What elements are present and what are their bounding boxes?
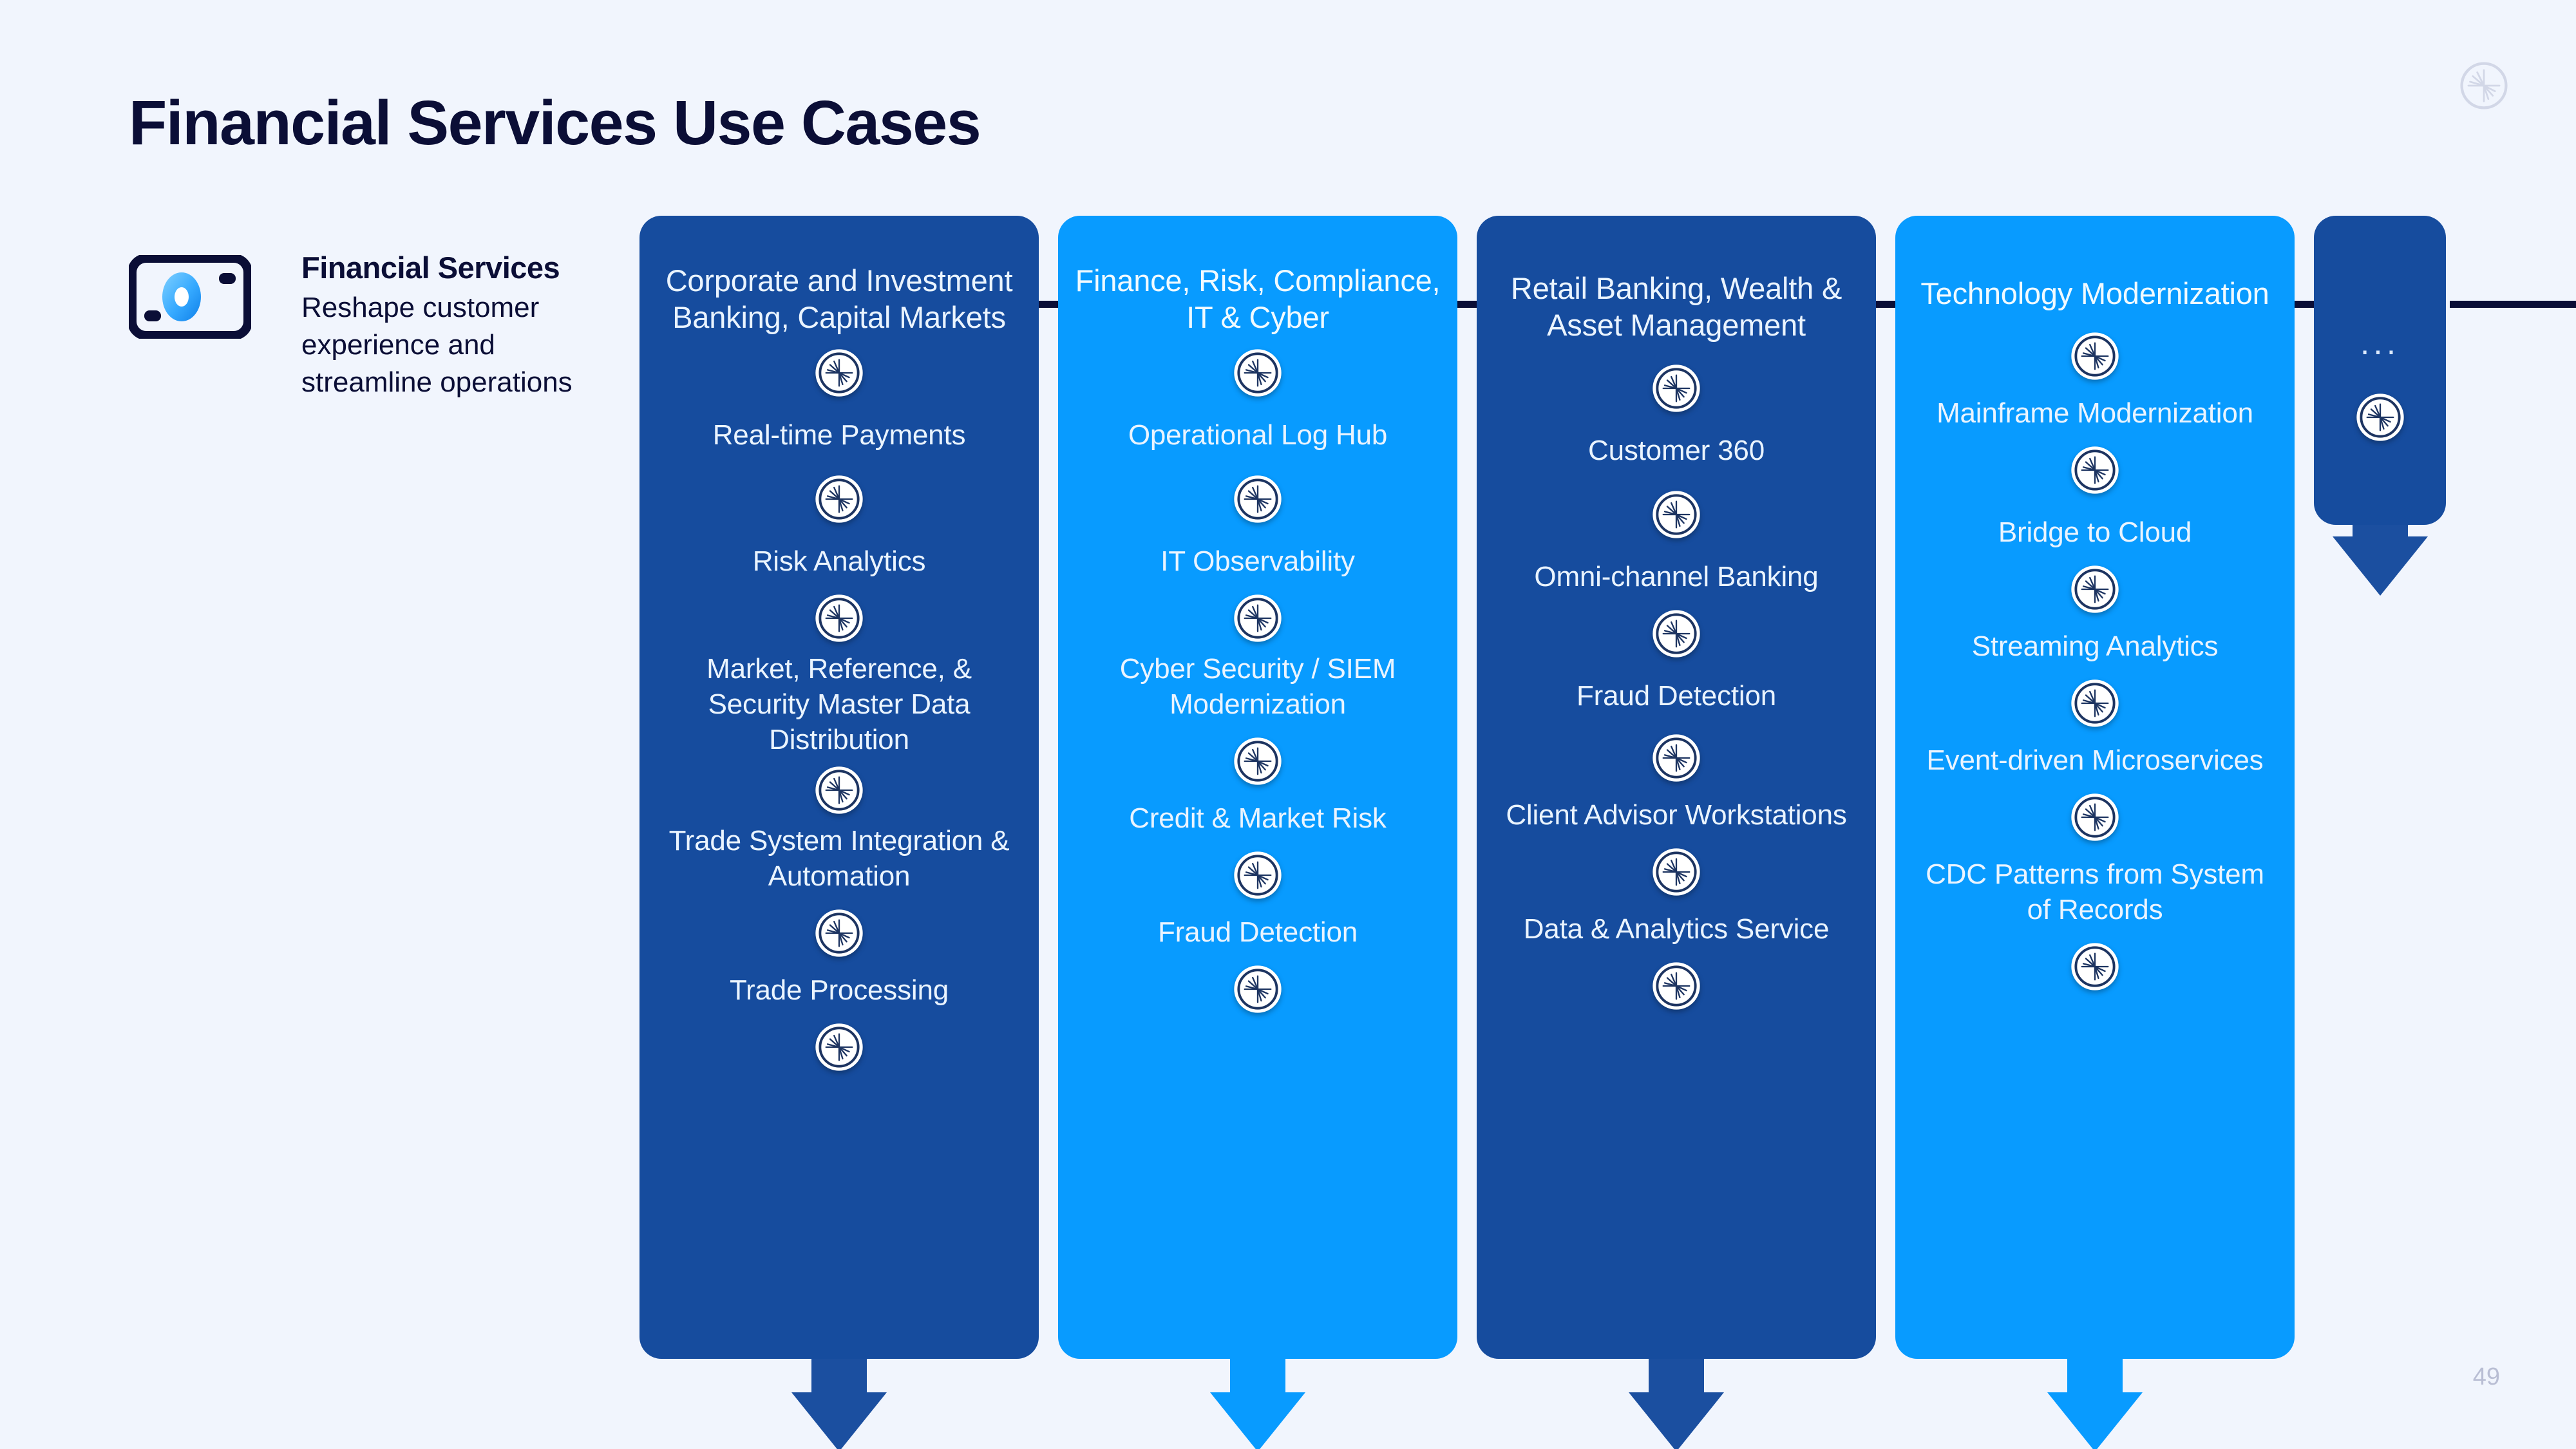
- starburst-node-icon: [1234, 348, 1282, 397]
- column-technology-modernization[interactable]: Technology Modernization Mainframe Moder…: [1895, 216, 2295, 1449]
- column-header: Retail Banking, Wealth & Asset Managemen…: [1510, 271, 1842, 343]
- use-case-label: Market, Reference, & Security Master Dat…: [706, 652, 972, 755]
- column-down-arrow: [1629, 1359, 1724, 1449]
- use-case-label: Credit & Market Risk: [1129, 802, 1387, 834]
- starburst-node-icon: [1234, 475, 1282, 523]
- use-case-label: Fraud Detection: [1157, 916, 1358, 948]
- column-header: Corporate and Investment Banking, Capita…: [665, 263, 1013, 335]
- starburst-node-icon: [1234, 594, 1282, 642]
- use-case-label: Trade System Integration & Automation: [668, 824, 1010, 892]
- use-case-label: Mainframe Modernization: [1937, 397, 2253, 430]
- starburst-node-icon: [1653, 364, 1700, 412]
- use-case-label: Client Advisor Workstations: [1506, 799, 1847, 831]
- starburst-node-icon: [815, 348, 863, 397]
- starburst-node-icon: [2071, 793, 2119, 841]
- use-case-label: Streaming Analytics: [1971, 630, 2219, 663]
- starburst-node-icon: [2071, 679, 2119, 727]
- use-case-label: Event-driven Microservices: [1926, 744, 2264, 777]
- column-down-arrow: [2332, 525, 2428, 596]
- column-header: Technology Modernization: [1920, 276, 2269, 310]
- starburst-node-icon: [815, 594, 863, 642]
- column-retail-banking-wealth[interactable]: Retail Banking, Wealth & Asset Managemen…: [1477, 216, 1876, 1449]
- use-case-label: Risk Analytics: [752, 545, 926, 577]
- use-case-label: Operational Log Hub: [1128, 419, 1388, 451]
- use-case-label: Omni-channel Banking: [1534, 560, 1819, 592]
- starburst-node-icon: [815, 1023, 863, 1071]
- use-case-label: IT Observability: [1160, 545, 1355, 577]
- use-case-label: Data & Analytics Service: [1523, 913, 1830, 945]
- use-case-label: Customer 360: [1588, 434, 1765, 466]
- starburst-node-icon: [2071, 565, 2119, 613]
- starburst-node-icon: [1653, 961, 1700, 1010]
- column-more-use-cases[interactable]: ...: [2314, 216, 2446, 596]
- use-case-label: Trade Processing: [730, 974, 949, 1006]
- column-down-arrow: [791, 1359, 887, 1449]
- use-case-columns: Corporate and Investment Banking, Capita…: [0, 0, 2576, 1449]
- more-label: ...: [2360, 325, 2400, 362]
- starburst-node-icon: [1653, 848, 1700, 896]
- use-case-label: Fraud Detection: [1576, 679, 1777, 712]
- column-corporate-investment-banking[interactable]: Corporate and Investment Banking, Capita…: [639, 216, 1039, 1449]
- column-down-arrow: [2047, 1359, 2143, 1449]
- starburst-node-icon: [815, 475, 863, 523]
- starburst-node-icon: [1653, 490, 1700, 538]
- column-down-arrow: [1210, 1359, 1305, 1449]
- starburst-node-icon: [815, 909, 863, 957]
- starburst-node-icon: [1653, 609, 1700, 658]
- column-finance-risk-compliance[interactable]: Finance, Risk, Compliance, IT & Cyber Op…: [1058, 216, 1457, 1449]
- starburst-node-icon: [1234, 737, 1282, 785]
- starburst-node-icon: [1234, 965, 1282, 1013]
- starburst-node-icon: [1653, 734, 1700, 782]
- starburst-node-icon: [2071, 332, 2119, 380]
- use-case-label: Real-time Payments: [712, 419, 966, 451]
- use-case-label: CDC Patterns from System of Records: [1926, 858, 2264, 926]
- starburst-node-icon: [815, 766, 863, 814]
- column-header: Finance, Risk, Compliance, IT & Cyber: [1075, 263, 1441, 335]
- use-case-label: Bridge to Cloud: [1998, 516, 2192, 549]
- starburst-node-icon: [2071, 943, 2119, 990]
- starburst-node-icon: [2356, 393, 2404, 441]
- starburst-node-icon: [2071, 446, 2119, 494]
- slide-root: Financial Services Use Cases 49 Financia…: [0, 0, 2576, 1449]
- use-case-label: Cyber Security / SIEM Modernization: [1119, 652, 1396, 720]
- starburst-node-icon: [1234, 851, 1282, 899]
